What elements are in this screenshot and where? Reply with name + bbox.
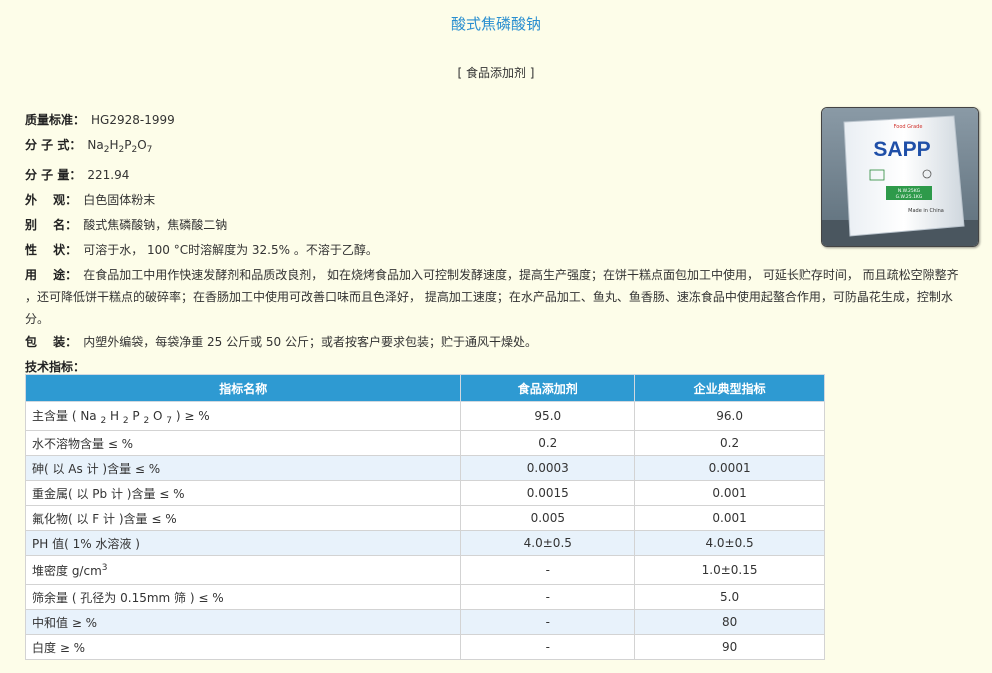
formula-part: O [137,138,147,152]
weight-value: 221.94 [87,168,130,182]
formula-part: O [149,408,167,423]
header-typical-value: 企业典型指标 [634,374,825,402]
table-row: 中和值 ≥ % - 80 [24,609,825,635]
formula-part: H [106,408,123,423]
table-cell-food: 95.0 [460,401,636,431]
bag-gw: G.W.25.1KG [896,194,923,200]
table-cell-typical: 90 [634,634,825,660]
header-food-additive: 食品添加剂 [460,374,636,402]
table-row: 水不溶物含量 ≤ % 0.2 0.2 [24,430,825,456]
table-cell-typical: 5.0 [634,584,825,610]
table-cell-name: 水不溶物含量 ≤ % [24,430,462,456]
table-row: 氟化物( 以 F 计 )含量 ≤ % 0.005 0.001 [24,505,825,531]
table-cell-food: 0.005 [460,505,636,531]
table-cell-typical: 0.0001 [634,455,825,481]
table-row: PH 值( 1% 水溶液 ) 4.0±0.5 4.0±0.5 [24,530,825,556]
table-cell-typical: 1.0±0.15 [634,555,825,585]
spec-table: 指标名称 食品添加剂 企业典型指标 主含量 ( Na 2 H 2 P 2 O 7… [24,374,825,660]
table-cell-food: 0.2 [460,430,636,456]
appearance-label: 外 观： [25,193,78,207]
product-photo: Food Grade SAPP N.W.25KG G.W.25.1KG Made… [821,107,979,247]
table-cell-typical: 0.2 [634,430,825,456]
table-cell-name: 中和值 ≥ % [24,609,462,635]
standard-label: 质量标准： [25,113,86,127]
cell-text: 堆密度 g/cm [32,563,102,578]
info-usage: 用 途： 在食品加工中用作快速发酵剂和品质改良剂， 如在烧烤食品加入可控制发酵速度… [25,263,970,330]
formula-part: Na [87,138,104,152]
table-cell-name: 重金属( 以 Pb 计 )含量 ≤ % [24,480,462,506]
package-value: 内塑外编袋，每袋净重 25 公斤或 50 公斤；或者按客户要求包装；贮于通风干燥… [83,335,537,349]
table-cell-typical: 0.001 [634,480,825,506]
appearance-value: 白色固体粉末 [83,193,156,207]
category-tag: [ 食品添加剂 ] [457,66,535,80]
table-cell-food: 4.0±0.5 [460,530,636,556]
weight-label: 分 子 量： [25,168,82,182]
table-row: 白度 ≥ % - 90 [24,634,825,660]
table-row: 堆密度 g/cm3 - 1.0±0.15 [24,555,825,585]
table-cell-name: 氟化物( 以 F 计 )含量 ≤ % [24,505,462,531]
tech-label: 技术指标： [25,360,86,374]
bag-top-text: Food Grade [894,124,923,130]
bag-nw: N.W.25KG [898,188,921,194]
table-cell-name: PH 值( 1% 水溶液 ) [24,530,462,556]
alias-value: 酸式焦磷酸钠，焦磷酸二钠 [83,218,228,232]
table-cell-name: 堆密度 g/cm3 [24,555,462,585]
table-cell-name: 砷( 以 As 计 )含量 ≤ % [24,455,462,481]
package-label: 包 装： [25,335,78,349]
table-cell-name: 白度 ≥ % [24,634,462,660]
property-value: 可溶于水， 100 °C时溶解度为 32.5% 。不溶于乙醇。 [83,243,378,257]
cell-sup: 3 [101,562,108,573]
formula-part: Na [80,408,101,423]
alias-label: 别 名： [25,218,78,232]
table-cell-name: 筛余量 ( 孔径为 0.15mm 筛 ) ≤ % [24,584,462,610]
table-header-row: 指标名称 食品添加剂 企业典型指标 [24,374,825,402]
table-cell-food: - [460,634,636,660]
table-cell-food: - [460,555,636,585]
sapp-bag-image: Food Grade SAPP N.W.25KG G.W.25.1KG Made… [822,108,978,246]
formula-sub: 7 [146,145,153,155]
formula-part: P [128,408,144,423]
bag-origin: Made in China [908,208,944,214]
bag-brand: SAPP [873,138,930,161]
cell-text: 主含量 ( [32,408,81,423]
table-cell-typical: 4.0±0.5 [634,530,825,556]
usage-label: 用 途： [25,268,78,282]
table-row: 筛余量 ( 孔径为 0.15mm 筛 ) ≤ % - 5.0 [24,584,825,610]
table-cell-name: 主含量 ( Na 2 H 2 P 2 O 7 ) ≥ % [24,401,462,431]
formula-label: 分 子 式： [25,138,82,152]
cell-text: ) ≥ % [172,408,210,423]
table-row: 主含量 ( Na 2 H 2 P 2 O 7 ) ≥ % 95.0 96.0 [24,401,825,431]
table-cell-food: 0.0015 [460,480,636,506]
table-cell-typical: 96.0 [634,401,825,431]
table-row: 重金属( 以 Pb 计 )含量 ≤ % 0.0015 0.001 [24,480,825,506]
info-package: 包 装： 内塑外编袋，每袋净重 25 公斤或 50 公斤；或者按客户要求包装；贮于… [25,330,970,355]
usage-value: 在食品加工中用作快速发酵剂和品质改良剂， 如在烧烤食品加入可控制发酵速度，提高生… [25,268,959,326]
table-cell-food: - [460,609,636,635]
table-cell-food: 0.0003 [460,455,636,481]
formula-value: Na2H2P2O7 [87,138,153,155]
standard-value: HG2928-1999 [91,113,175,127]
table-cell-food: - [460,584,636,610]
table-cell-typical: 0.001 [634,505,825,531]
table-row: 砷( 以 As 计 )含量 ≤ % 0.0003 0.0001 [24,455,825,481]
header-indicator-name: 指标名称 [24,374,462,402]
table-cell-typical: 80 [634,609,825,635]
property-label: 性 状： [25,243,78,257]
page-title: 酸式焦磷酸钠 [450,15,541,33]
